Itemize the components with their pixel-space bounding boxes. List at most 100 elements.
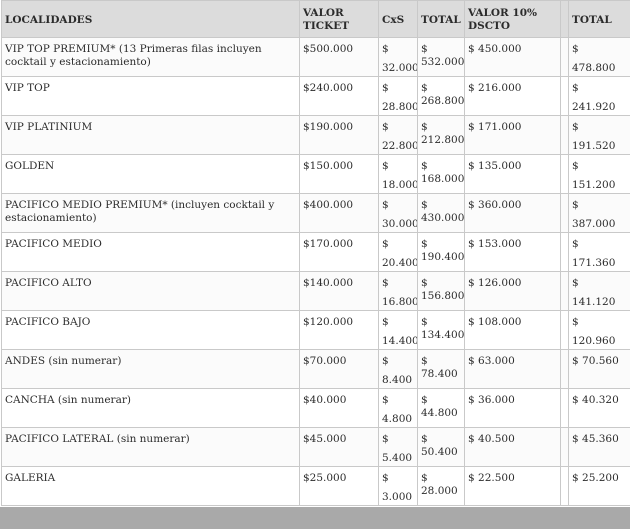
total-currency: $ <box>421 199 428 211</box>
total-amount: 168.000 <box>421 173 465 185</box>
cell-valor-dscto: $ 40.500 <box>465 428 561 467</box>
localidad-text: PACIFICO LATERAL (sin numerar) <box>5 433 190 445</box>
localidad-text: PACIFICO MEDIO <box>5 238 102 250</box>
total2-currency: $ 45.360 <box>572 433 619 445</box>
cell-total-dscto: $ 40.320 <box>569 389 630 428</box>
cell-spacer <box>561 194 569 233</box>
localidad-text: CANCHA (sin numerar) <box>5 394 131 406</box>
header-spacer <box>561 0 569 38</box>
cell-total: $ 28.000 <box>418 467 465 506</box>
cell-total-dscto: $241.920 <box>569 77 630 116</box>
cell-valor-dscto: $ 36.000 <box>465 389 561 428</box>
cell-valor-dscto: $ 22.500 <box>465 467 561 506</box>
total2-amount: 171.360 <box>572 257 616 269</box>
total2-amount: 151.200 <box>572 179 616 191</box>
total-currency: $ <box>421 82 428 94</box>
cell-total: $168.000 <box>418 155 465 194</box>
total2-currency: $ 70.560 <box>572 355 619 367</box>
cell-localidad: ANDES (sin numerar) <box>1 350 300 389</box>
cell-spacer <box>561 38 569 77</box>
cxs-currency: $ <box>382 316 389 328</box>
cell-spacer <box>561 389 569 428</box>
ticket-text: $70.000 <box>303 355 347 367</box>
cell-total: $ 50.400 <box>418 428 465 467</box>
total2-amount: 120.960 <box>572 335 616 347</box>
cxs-currency: $ <box>382 277 389 289</box>
table-body: VIP TOP PREMIUM* (13 Primeras filas incl… <box>1 38 630 506</box>
cxs-amount: 18.000 <box>382 179 418 191</box>
localidad-text: ANDES (sin numerar) <box>5 355 122 367</box>
localidad-text: VIP TOP PREMIUM* (13 Primeras filas incl… <box>5 43 262 68</box>
cell-spacer <box>561 155 569 194</box>
total2-currency: $ <box>572 238 579 250</box>
total2-amount: 241.920 <box>572 101 616 113</box>
cell-cxs: $4.800 <box>379 389 418 428</box>
cxs-amount: 5.400 <box>382 452 413 464</box>
cell-valor-dscto: $ 108.000 <box>465 311 561 350</box>
table-row: PACIFICO LATERAL (sin numerar) $45.000 $5.… <box>1 428 630 467</box>
cell-cxs: $18.000 <box>379 155 418 194</box>
cell-spacer <box>561 311 569 350</box>
cell-valor-ticket: $25.000 <box>300 467 379 506</box>
cxs-currency: $ <box>382 160 389 172</box>
header-localidades: LOCALIDADES <box>1 0 300 38</box>
table-row: VIP PLATINIUM $190.000 $22.800 $212.800 $ 17… <box>1 116 630 155</box>
cell-valor-dscto: $ 216.000 <box>465 77 561 116</box>
ticket-text: $190.000 <box>303 121 354 133</box>
cell-total-dscto: $171.360 <box>569 233 630 272</box>
total-currency: $ 44.800 <box>421 394 458 419</box>
cell-spacer <box>561 350 569 389</box>
cell-spacer <box>561 428 569 467</box>
total2-currency: $ 25.200 <box>572 472 619 484</box>
cell-valor-dscto: $ 135.000 <box>465 155 561 194</box>
cxs-currency: $ <box>382 355 389 367</box>
cell-total: $190.400 <box>418 233 465 272</box>
total-currency: $ <box>421 277 428 289</box>
total-currency: $ <box>421 238 428 250</box>
cell-spacer <box>561 272 569 311</box>
cxs-amount: 16.800 <box>382 296 418 308</box>
dscto-text: $ 40.500 <box>468 433 515 445</box>
cxs-amount: 14.400 <box>382 335 418 347</box>
cxs-currency: $ <box>382 433 389 445</box>
table-row: PACIFICO MEDIO $170.000 $20.400 $190.400 $ 1… <box>1 233 630 272</box>
cxs-amount: 8.400 <box>382 374 413 386</box>
cell-total-dscto: $141.120 <box>569 272 630 311</box>
header-cxs: CxS <box>379 0 418 38</box>
total-currency: $ <box>421 160 428 172</box>
price-table: LOCALIDADES VALOR TICKET CxS TOTAL VALOR… <box>1 0 630 506</box>
cell-localidad: GOLDEN <box>1 155 300 194</box>
ticket-text: $25.000 <box>303 472 347 484</box>
cxs-amount: 3.000 <box>382 491 413 503</box>
cell-localidad: VIP TOP <box>1 77 300 116</box>
cell-valor-ticket: $190.000 <box>300 116 379 155</box>
cell-total-dscto: $ 25.200 <box>569 467 630 506</box>
cell-localidad: GALERIA <box>1 467 300 506</box>
cell-localidad: PACIFICO BAJO <box>1 311 300 350</box>
table-row: VIP TOP PREMIUM* (13 Primeras filas incl… <box>1 38 630 77</box>
cell-localidad: PACIFICO MEDIO <box>1 233 300 272</box>
total2-amount: 191.520 <box>572 140 616 152</box>
cell-localidad: PACIFICO MEDIO PREMIUM* (incluyen cockta… <box>1 194 300 233</box>
cxs-amount: 22.800 <box>382 140 418 152</box>
cell-spacer <box>561 77 569 116</box>
cell-cxs: $32.000 <box>379 38 418 77</box>
cell-total: $268.800 <box>418 77 465 116</box>
header-valor-ticket: VALOR TICKET <box>300 0 379 38</box>
cell-localidad: VIP TOP PREMIUM* (13 Primeras filas incl… <box>1 38 300 77</box>
total2-currency: $ 40.320 <box>572 394 619 406</box>
total-currency: $ 50.400 <box>421 433 458 458</box>
dscto-text: $ 135.000 <box>468 160 522 172</box>
cell-total: $ 44.800 <box>418 389 465 428</box>
ticket-text: $150.000 <box>303 160 354 172</box>
cell-total: $ 78.400 <box>418 350 465 389</box>
cell-localidad: PACIFICO LATERAL (sin numerar) <box>1 428 300 467</box>
total-currency: $ <box>421 43 428 55</box>
cell-valor-dscto: $ 63.000 <box>465 350 561 389</box>
cell-cxs: $3.000 <box>379 467 418 506</box>
total-currency: $ <box>421 316 428 328</box>
cell-valor-ticket: $150.000 <box>300 155 379 194</box>
ticket-text: $240.000 <box>303 82 354 94</box>
ticket-text: $120.000 <box>303 316 354 328</box>
total-currency: $ 28.000 <box>421 472 458 497</box>
